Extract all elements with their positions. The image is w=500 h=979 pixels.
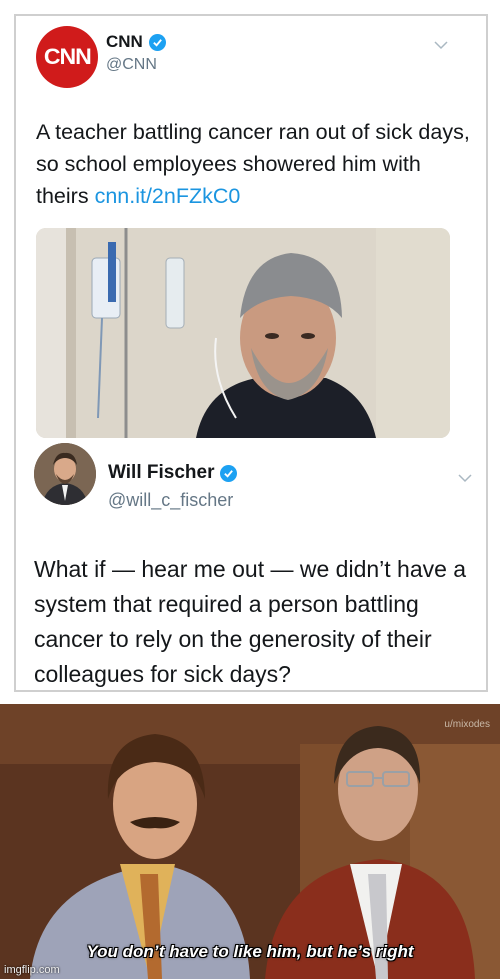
tweet-link[interactable]: cnn.it/2nFZkC0 bbox=[95, 184, 241, 208]
verified-badge-icon bbox=[220, 464, 238, 482]
will-fischer-avatar[interactable] bbox=[34, 443, 96, 505]
chevron-down-icon[interactable] bbox=[458, 473, 472, 483]
verified-badge-icon bbox=[148, 33, 166, 51]
author-name[interactable]: CNN bbox=[106, 32, 143, 52]
tweet-screenshot: CNN CNN @CNN A teacher battling cancer r… bbox=[14, 14, 488, 692]
meme-panel: u/mixodes You don’t have to like him, bu… bbox=[0, 704, 500, 979]
will-fischer-tweet: Will Fischer @will_c_fischer What if — h… bbox=[16, 440, 486, 692]
author-row: Will Fischer bbox=[108, 462, 238, 484]
tweet-text: What if — hear me out — we didn’t have a… bbox=[34, 556, 467, 687]
reddit-watermark: u/mixodes bbox=[444, 719, 490, 730]
cnn-avatar[interactable]: CNN bbox=[36, 26, 98, 88]
author-row: CNN bbox=[106, 32, 166, 52]
meme-image: CNN CNN @CNN A teacher battling cancer r… bbox=[0, 0, 500, 979]
author-name[interactable]: Will Fischer bbox=[108, 462, 214, 484]
author-handle[interactable]: @will_c_fischer bbox=[108, 490, 233, 511]
teacher-photo-illustration bbox=[36, 228, 450, 438]
tweet-text: A teacher battling cancer ran out of sic… bbox=[36, 116, 476, 212]
cnn-tweet: CNN CNN @CNN A teacher battling cancer r… bbox=[16, 16, 486, 438]
cnn-logo: CNN bbox=[43, 44, 92, 69]
person-avatar-icon bbox=[34, 443, 96, 505]
chevron-down-icon[interactable] bbox=[434, 40, 448, 50]
imgflip-watermark: imgflip.com bbox=[4, 964, 60, 976]
meme-caption: You don’t have to like him, but he’s rig… bbox=[86, 942, 414, 961]
anchorman-scene-illustration bbox=[0, 704, 500, 979]
author-handle[interactable]: @CNN bbox=[106, 56, 157, 74]
tweet-photo[interactable] bbox=[36, 228, 450, 438]
